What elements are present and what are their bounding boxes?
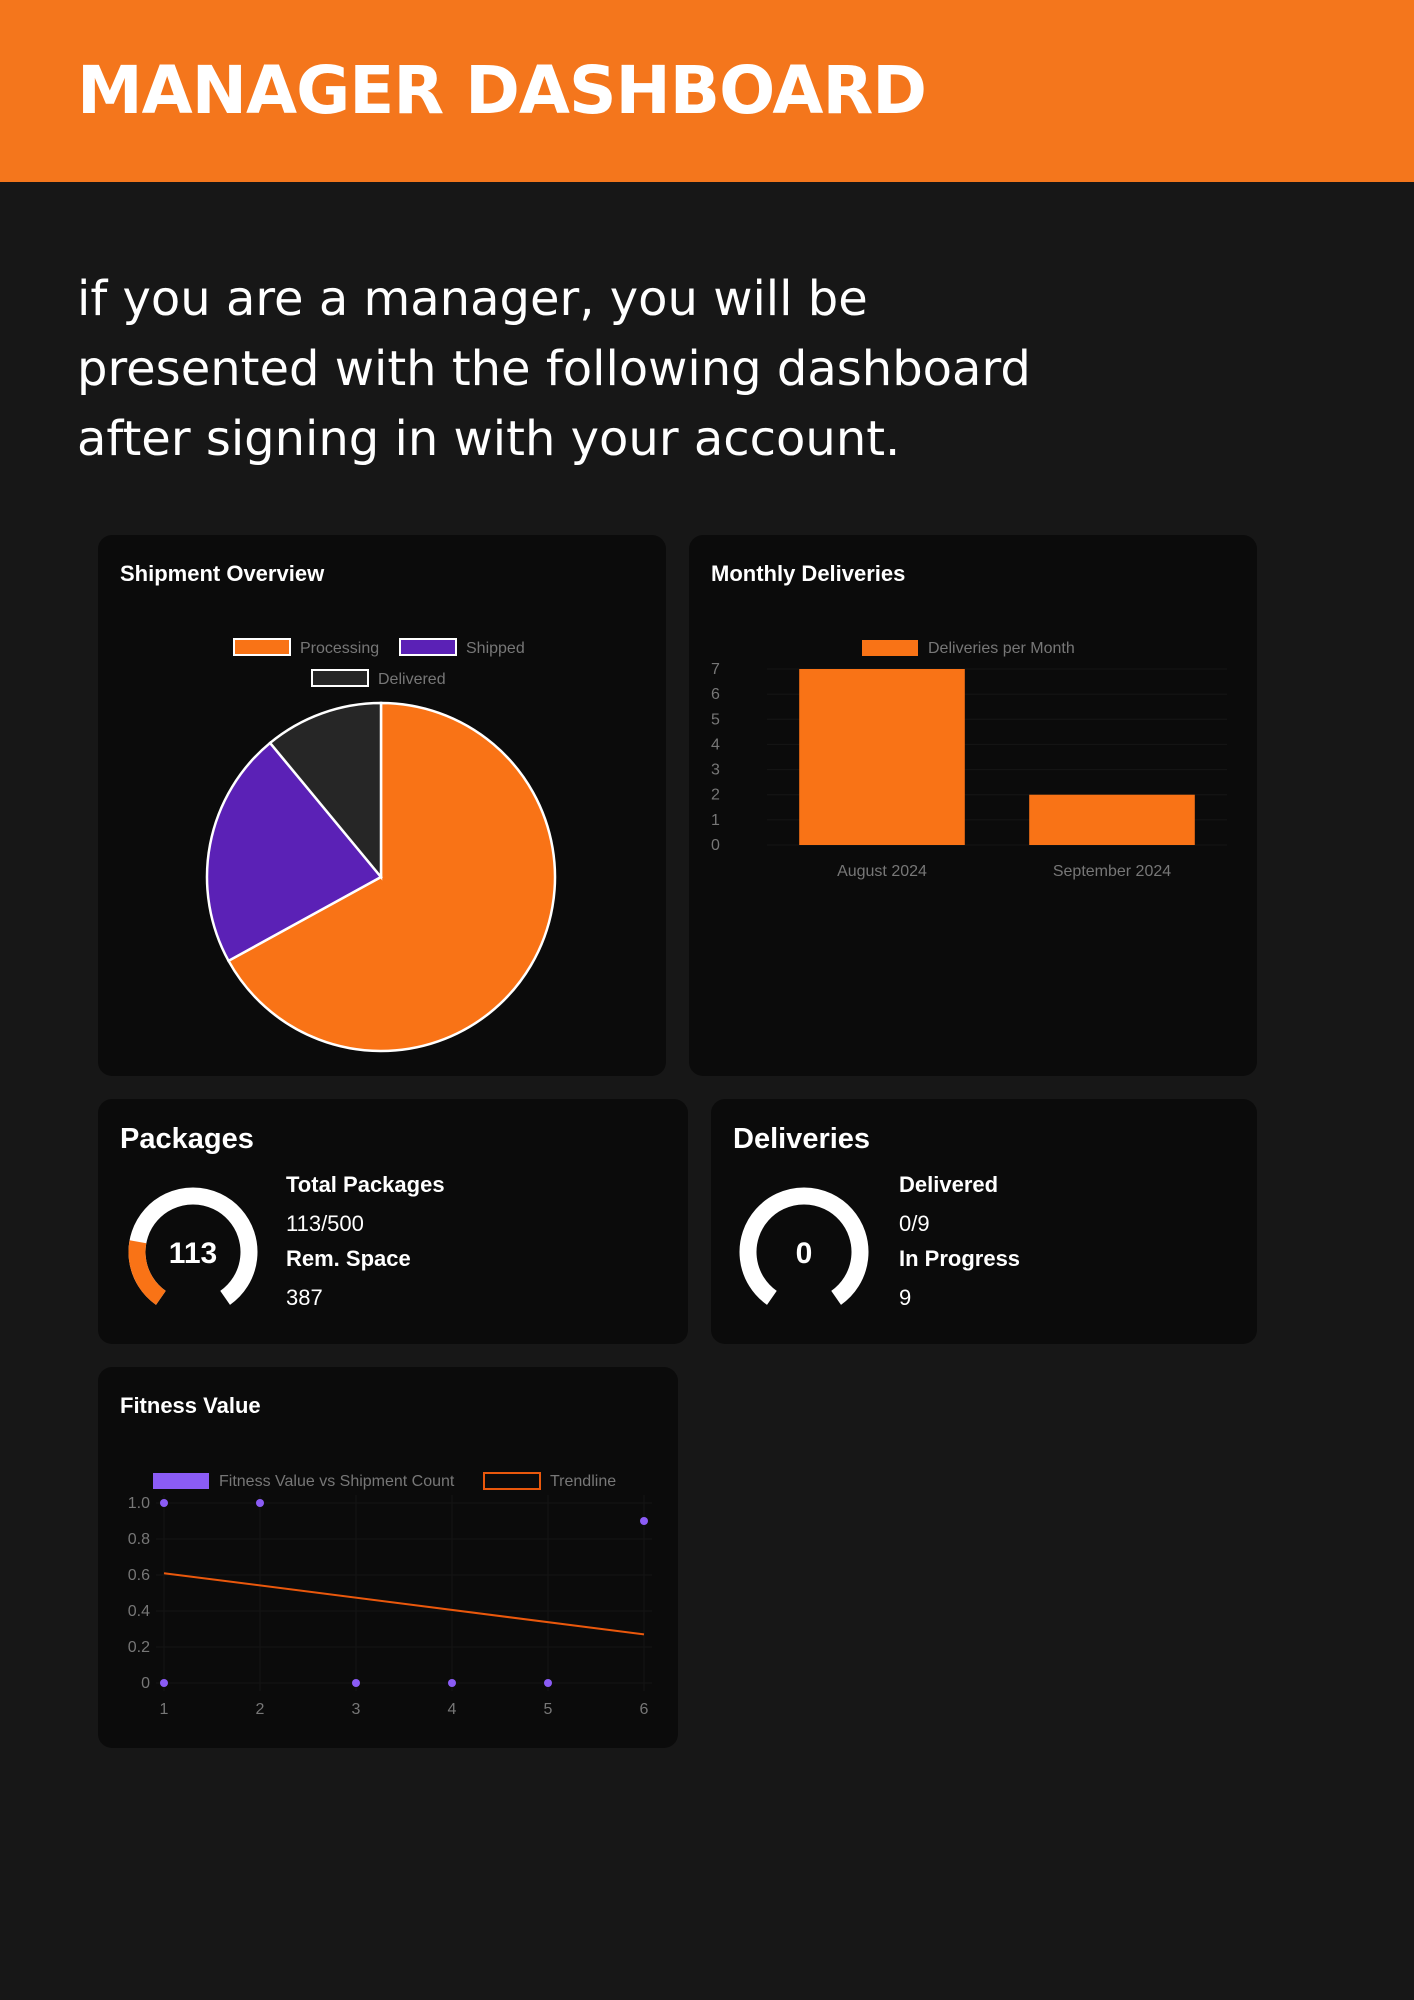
fitness-y-tick-label: 0.4 <box>128 1603 150 1620</box>
scatter-point[interactable] <box>160 1499 168 1507</box>
pie-legend-shipped[interactable]: Shipped <box>399 638 525 657</box>
remaining-space-value: 387 <box>286 1285 323 1310</box>
fitness-grid <box>156 1495 652 1691</box>
scatter-point[interactable] <box>352 1679 360 1687</box>
page-title: MANAGER DASHBOARD <box>77 52 927 129</box>
legend-label-trendline: Trendline <box>550 1473 616 1490</box>
fitness-x-tick-label: 1 <box>160 1701 169 1718</box>
total-packages-label: Total Packages <box>286 1172 445 1197</box>
pie-slices <box>205 701 557 1053</box>
fitness-value-card: Fitness Value Fitness Value vs Shipment … <box>98 1367 678 1748</box>
fitness-y-tick-label: 1.0 <box>128 1495 150 1512</box>
bar-y-tick-label: 0 <box>711 837 720 854</box>
header-banner: MANAGER DASHBOARD <box>0 0 1414 182</box>
delivered-label: Delivered <box>899 1172 999 1197</box>
legend-label-scatter: Fitness Value vs Shipment Count <box>219 1473 455 1490</box>
scatter-point[interactable] <box>256 1499 264 1507</box>
fitness-scatter-chart: Fitness Value vs Shipment Count Trendlin… <box>128 1472 652 1718</box>
monthly-deliveries-bar-chart: Deliveries per Month 0 1 2 3 4 5 6 7 August 202… <box>711 640 1227 880</box>
remaining-space-label: Rem. Space <box>286 1246 411 1271</box>
packages-gauge-value: 113 <box>169 1237 217 1270</box>
intro-text: if you are a manager, you will be presen… <box>77 264 1077 474</box>
fitness-x-tick-label: 5 <box>544 1701 553 1718</box>
bar-y-tick-label: 3 <box>711 762 720 779</box>
deliveries-title: Deliveries <box>733 1123 871 1155</box>
bar-y-tick-label: 1 <box>711 812 720 829</box>
intro-line-2: presented with the following dashboard <box>77 341 1031 397</box>
bar-y-tick-label: 4 <box>711 736 720 753</box>
in-progress-label: In Progress <box>899 1246 1021 1271</box>
bar-y-tick-label: 5 <box>711 711 720 728</box>
fitness-x-tick-label: 2 <box>256 1701 265 1718</box>
intro-line-3: after signing in with your account. <box>77 411 901 467</box>
scatter-point[interactable] <box>640 1517 648 1525</box>
bar-2[interactable] <box>1029 794 1195 845</box>
intro-line-1: if you are a manager, you will be <box>77 271 868 327</box>
fitness-trendline <box>163 1572 645 1636</box>
fitness-legend-scatter[interactable]: Fitness Value vs Shipment Count <box>153 1473 455 1490</box>
pie-legend-processing[interactable]: Processing <box>233 638 379 657</box>
trendline <box>163 1572 645 1636</box>
legend-swatch-scatter <box>153 1473 209 1489</box>
shipment-pie-chart: Processing Shipped Delivered <box>205 638 557 1053</box>
deliveries-card: Deliveries 0 Delivered 0/9 In Progress 9 <box>711 1099 1257 1344</box>
scatter-point[interactable] <box>160 1679 168 1687</box>
fitness-y-tick-label: 0.2 <box>128 1639 150 1656</box>
fitness-y-tick-label: 0 <box>141 1675 150 1692</box>
fitness-y-tick-label: 0.6 <box>128 1567 150 1584</box>
packages-card: Packages 113 Total Packages 113/500 Rem.… <box>98 1099 688 1344</box>
fitness-x-axis: 1 2 3 4 5 6 <box>160 1701 649 1718</box>
bar-x-axis: August 2024 September 2024 <box>837 863 1171 880</box>
fitness-x-tick-label: 4 <box>448 1701 457 1718</box>
legend-label-shipped: Shipped <box>466 640 525 657</box>
bar-y-tick-label: 2 <box>711 787 720 804</box>
legend-swatch-deliveries <box>862 640 918 656</box>
packages-gauge: 113 <box>128 1187 258 1305</box>
fitness-y-axis: 0 0.2 0.4 0.6 0.8 1.0 <box>128 1495 150 1692</box>
delivered-value: 0/9 <box>899 1211 930 1236</box>
total-packages-value: 113/500 <box>286 1211 364 1236</box>
shipment-overview-card: Shipment Overview Processing Shipped Del… <box>98 535 666 1076</box>
legend-swatch-processing <box>233 638 291 656</box>
deliveries-gauge-value: 0 <box>796 1237 813 1270</box>
packages-title: Packages <box>120 1123 254 1155</box>
legend-swatch-shipped <box>399 638 457 656</box>
legend-label-deliveries: Deliveries per Month <box>928 640 1075 657</box>
bar-bars <box>799 669 1195 845</box>
bar-1[interactable] <box>799 669 965 845</box>
scatter-point[interactable] <box>544 1679 552 1687</box>
bar-y-tick-label: 7 <box>711 661 720 678</box>
bar-x-tick-label: August 2024 <box>837 863 927 880</box>
bar-legend-deliveries[interactable]: Deliveries per Month <box>862 640 1075 657</box>
scatter-point[interactable] <box>448 1679 456 1687</box>
legend-swatch-delivered <box>311 669 369 687</box>
legend-label-processing: Processing <box>300 640 379 657</box>
in-progress-value: 9 <box>899 1285 912 1310</box>
fitness-points <box>160 1499 648 1687</box>
legend-label-delivered: Delivered <box>378 671 446 688</box>
bar-y-tick-label: 6 <box>711 686 720 703</box>
fitness-x-tick-label: 6 <box>640 1701 649 1718</box>
fitness-y-tick-label: 0.8 <box>128 1531 150 1548</box>
fitness-legend-trendline[interactable]: Trendline <box>483 1472 616 1490</box>
pie-legend-delivered[interactable]: Delivered <box>311 669 446 688</box>
monthly-deliveries-card: Monthly Deliveries Deliveries per Month … <box>689 535 1257 1076</box>
legend-swatch-trendline <box>483 1472 541 1490</box>
fitness-x-tick-label: 3 <box>352 1701 361 1718</box>
packages-gauge-fill <box>128 1240 167 1305</box>
deliveries-gauge: 0 <box>739 1187 869 1305</box>
bar-y-axis: 0 1 2 3 4 5 6 7 <box>711 661 720 854</box>
bar-x-tick-label: September 2024 <box>1053 863 1171 880</box>
